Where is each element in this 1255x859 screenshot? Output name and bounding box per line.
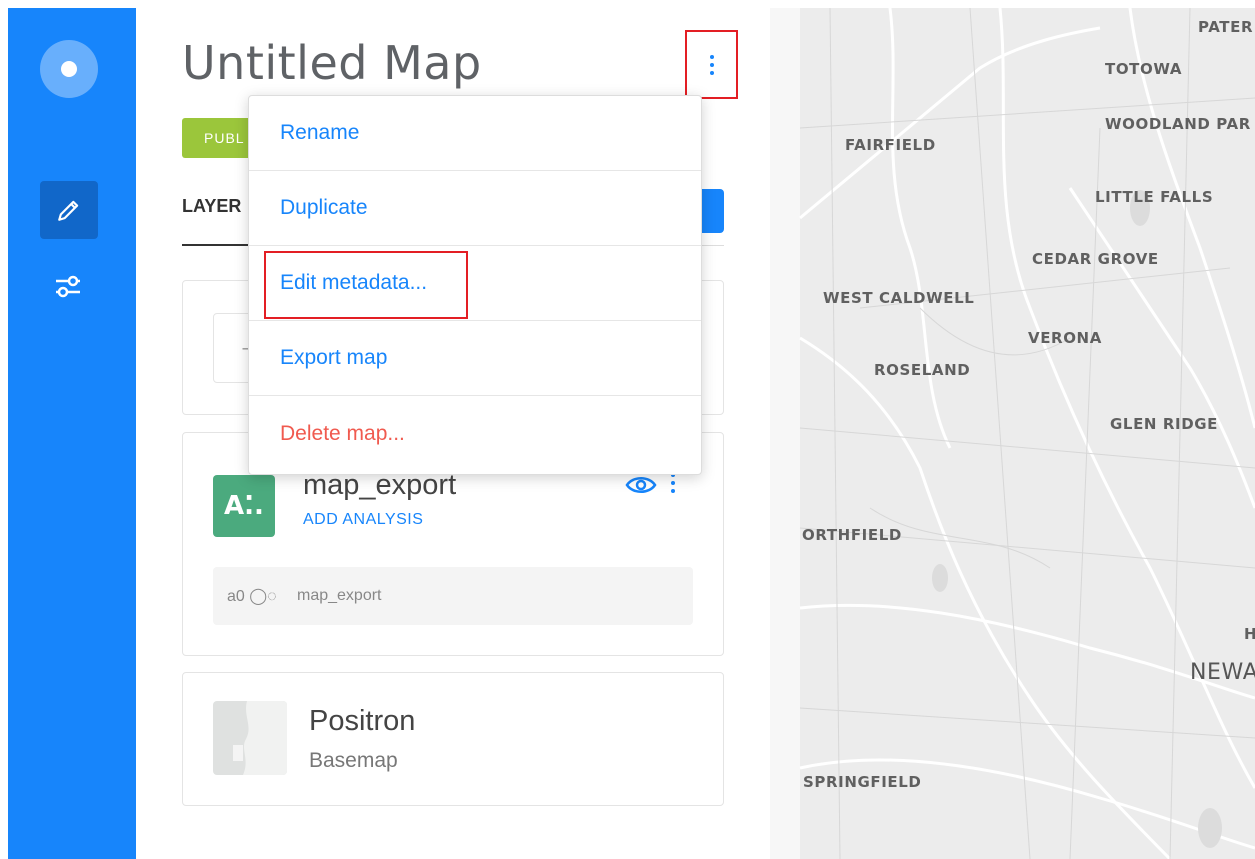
layer-thumbnail: A⁚.: [213, 475, 275, 537]
kebab-menu-icon: [709, 54, 714, 75]
menu-item-export-map[interactable]: Export map: [249, 321, 701, 396]
left-nav: [8, 8, 136, 859]
pencil-icon: [58, 200, 79, 221]
map-label: CEDAR GROVE: [1032, 250, 1159, 268]
map-label: GLEN RIDGE: [1110, 415, 1219, 433]
map-label: H: [1244, 625, 1255, 643]
map-label: ORTHFIELD: [802, 526, 902, 544]
basemap-card[interactable]: Positron Basemap: [182, 672, 724, 806]
map-label: WEST CALDWELL: [823, 289, 975, 307]
privacy-badge[interactable]: PUBL: [182, 118, 252, 158]
basemap-type: Basemap: [309, 749, 398, 772]
settings-nav-button[interactable]: [48, 266, 88, 306]
menu-item-delete-map[interactable]: Delete map...: [249, 396, 701, 471]
map-options-button[interactable]: [685, 30, 738, 99]
menu-item-duplicate[interactable]: Duplicate: [249, 171, 701, 246]
menu-item-edit-metadata[interactable]: Edit metadata...: [249, 246, 701, 321]
map-view[interactable]: PATER TOTOWA WOODLAND PAR FAIRFIELD LITT…: [770, 8, 1255, 859]
page-title[interactable]: Untitled Map: [182, 36, 482, 90]
map-label: FAIRFIELD: [845, 136, 936, 154]
map-label: TOTOWA: [1105, 60, 1183, 78]
map-label: WOODLAND PAR: [1105, 115, 1251, 133]
map-options-menu: Rename Duplicate Edit metadata... Export…: [248, 95, 702, 475]
tab-layers[interactable]: LAYER: [182, 196, 241, 217]
edit-nav-button[interactable]: [40, 181, 98, 239]
analysis-id: a0 ◯◌: [227, 588, 277, 605]
tab-active-indicator: [182, 244, 252, 246]
add-analysis-link[interactable]: ADD ANALYSIS: [303, 511, 423, 529]
map-label: NEWA: [1190, 660, 1255, 685]
basemap-name: Positron: [309, 705, 416, 737]
map-label: ROSELAND: [874, 361, 971, 379]
basemap-thumbnail: [213, 701, 287, 775]
carto-logo-icon[interactable]: [40, 40, 98, 98]
analysis-source-row[interactable]: a0 ◯◌ map_export: [213, 567, 693, 625]
privacy-label: PUBL: [204, 130, 245, 146]
map-label: SPRINGFIELD: [803, 773, 922, 791]
logo-dot: [61, 61, 77, 77]
eye-icon[interactable]: [625, 473, 657, 497]
map-label: PATER: [1198, 18, 1254, 36]
map-label: LITTLE FALLS: [1095, 188, 1214, 206]
map-label: VERONA: [1028, 329, 1102, 347]
analysis-source-name: map_export: [297, 587, 382, 604]
map-roads: [770, 8, 1255, 859]
menu-item-rename[interactable]: Rename: [249, 96, 701, 171]
sliders-icon: [56, 275, 80, 298]
